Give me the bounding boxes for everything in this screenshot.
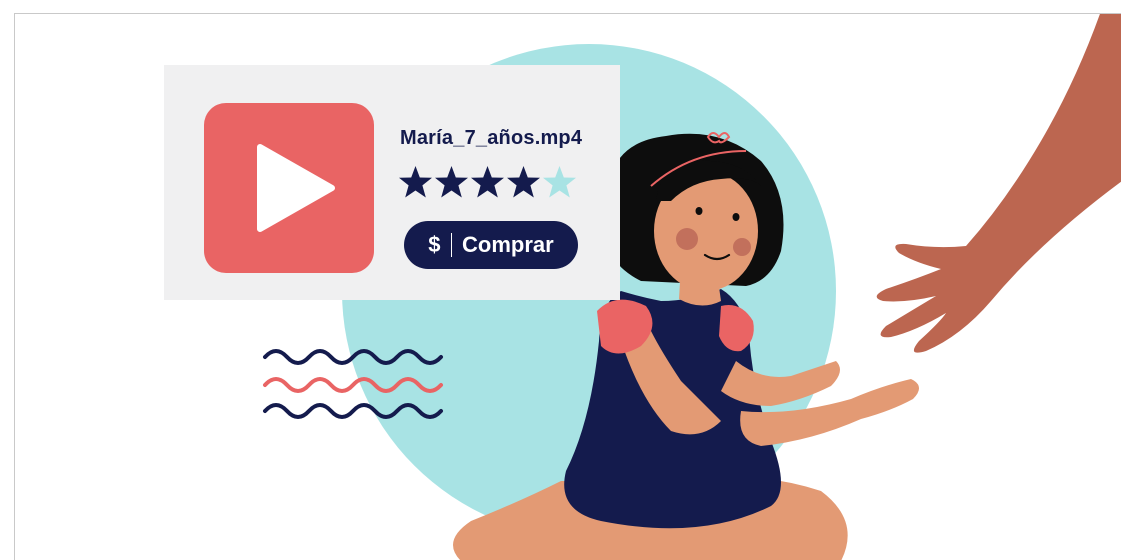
play-icon <box>257 144 335 232</box>
buy-button[interactable]: $ Comprar <box>404 221 578 269</box>
illustration-frame: María_7_años.mp4 $ Comprar <box>14 13 1121 560</box>
currency-symbol: $ <box>428 232 441 257</box>
star-icon-filled <box>399 166 432 198</box>
button-separator <box>450 233 453 257</box>
video-card: María_7_años.mp4 $ Comprar <box>164 65 620 300</box>
video-filename: María_7_años.mp4 <box>400 127 583 149</box>
star-icon-empty <box>543 166 576 198</box>
play-button[interactable] <box>204 103 374 273</box>
star-icon-filled <box>507 166 540 198</box>
star-icon-filled <box>435 166 468 198</box>
buy-button-label: Comprar <box>462 232 554 257</box>
star-rating <box>398 165 577 200</box>
star-icon-filled <box>471 166 504 198</box>
adult-hand <box>876 14 1121 353</box>
